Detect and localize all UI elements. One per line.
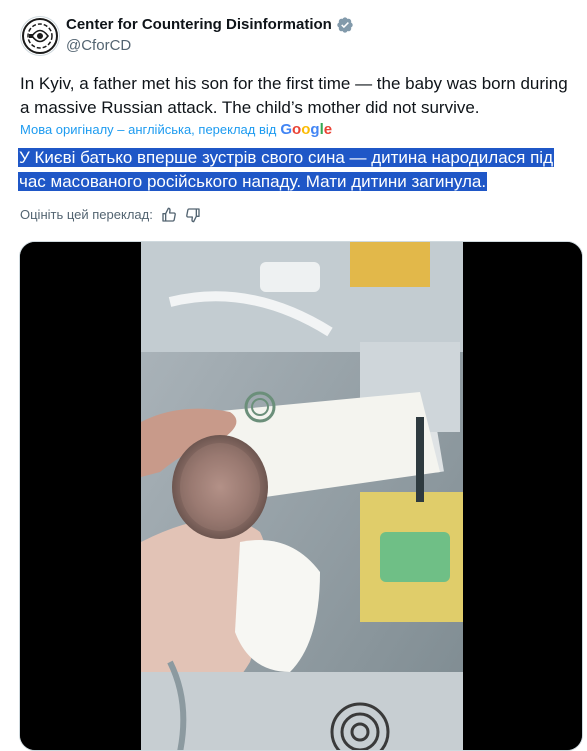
- thumbs-down-icon[interactable]: [185, 207, 201, 223]
- rate-translation-row: Оцініть цей переклад:: [20, 205, 201, 225]
- tweet-text: In Kyiv, a father met his son for the fi…: [20, 74, 568, 117]
- tweet-video[interactable]: [19, 241, 583, 751]
- thumbs-up-icon[interactable]: [161, 207, 177, 223]
- author-name[interactable]: Center for Countering Disinformation: [66, 15, 332, 35]
- translated-text-content: У Києві батько вперше зустрів свого сина…: [18, 148, 554, 191]
- author-name-row[interactable]: Center for Countering Disinformation: [66, 15, 354, 35]
- google-logo-letter: g: [310, 121, 320, 138]
- translated-text: У Києві батько вперше зустрів свого сина…: [18, 146, 584, 194]
- ccd-logo-icon: [22, 18, 58, 54]
- translation-note[interactable]: Мова оригіналу – англійська, переклад ві…: [20, 121, 332, 139]
- translation-note-text[interactable]: Мова оригіналу – англійська, переклад ві…: [20, 121, 276, 139]
- author-handle[interactable]: @CforCD: [66, 36, 131, 56]
- google-logo-letter: G: [280, 121, 293, 138]
- newborn-baby-incubator-video-still: [20, 242, 582, 750]
- rate-translation-label: Оцініть цей переклад:: [20, 207, 153, 222]
- google-logo: Google: [280, 121, 332, 139]
- author-avatar[interactable]: [20, 16, 60, 56]
- verified-badge-icon: [337, 17, 353, 33]
- google-logo-letter: o: [301, 121, 311, 138]
- google-logo-letter: e: [323, 121, 333, 138]
- google-logo-letter: o: [292, 121, 302, 138]
